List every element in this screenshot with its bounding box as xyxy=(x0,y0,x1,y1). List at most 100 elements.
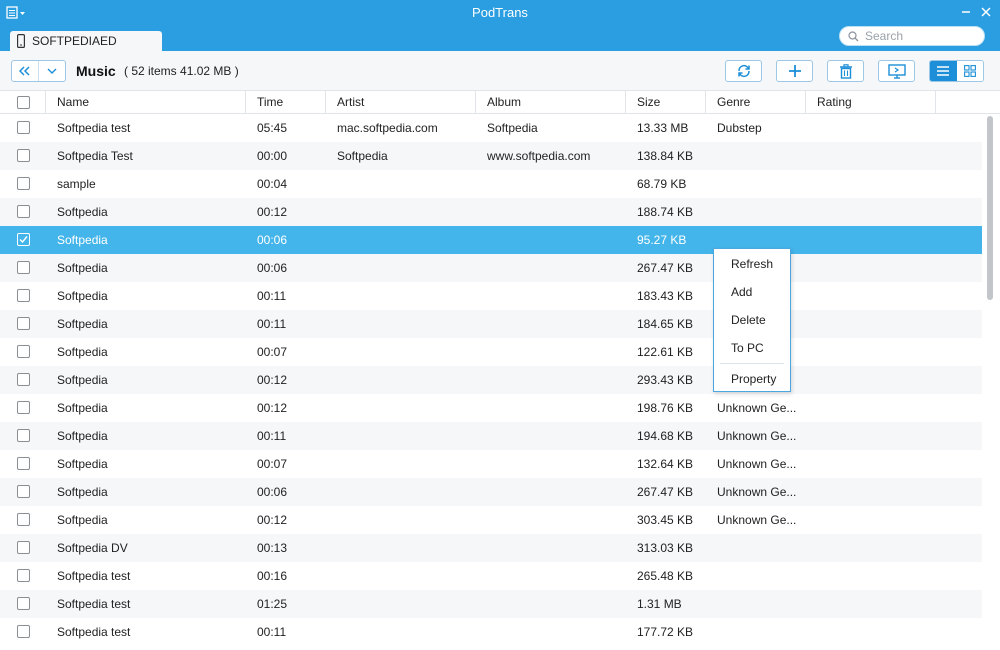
title-bar: PodTrans xyxy=(0,0,1000,26)
column-header-artist[interactable]: Artist xyxy=(326,91,476,114)
cell-time: 05:45 xyxy=(257,121,288,135)
row-checkbox[interactable] xyxy=(17,597,30,610)
vertical-scrollbar[interactable] xyxy=(985,114,995,650)
table-row[interactable]: Softpedia test 00:11 177.72 KB xyxy=(0,618,982,646)
table-row[interactable]: Softpedia test 05:45 mac.softpedia.com Soft… xyxy=(0,114,982,142)
column-header-time[interactable]: Time xyxy=(246,91,326,114)
cell-name: Softpedia xyxy=(57,289,108,303)
close-button[interactable] xyxy=(977,3,995,21)
table-row[interactable]: Softpedia test 01:25 1.31 MB xyxy=(0,590,982,618)
table-row[interactable]: Softpedia DV 00:13 313.03 KB xyxy=(0,534,982,562)
to-pc-button[interactable] xyxy=(878,60,915,82)
cell-time: 00:11 xyxy=(257,289,287,303)
cell-artist xyxy=(326,478,476,506)
column-header-name[interactable]: Name xyxy=(46,91,246,114)
select-all-checkbox[interactable] xyxy=(17,96,30,109)
table-row[interactable]: Softpedia 00:06 95.27 KB xyxy=(0,226,982,254)
table-row[interactable]: Softpedia 00:07 122.61 KB xyxy=(0,338,982,366)
device-tab[interactable]: SOFTPEDIAED xyxy=(10,31,162,51)
row-checkbox[interactable] xyxy=(17,373,30,386)
table-row[interactable]: Softpedia 00:11 194.68 KB Unknown Ge... xyxy=(0,422,982,450)
category-stats: ( 52 items 41.02 MB ) xyxy=(124,64,239,78)
double-chevron-left-icon xyxy=(19,66,30,76)
cell-album xyxy=(476,590,626,618)
cell-time: 00:06 xyxy=(257,485,288,499)
cell-album xyxy=(476,366,626,394)
row-checkbox[interactable] xyxy=(17,513,30,526)
cell-size: 293.43 KB xyxy=(637,373,694,387)
column-header-album[interactable]: Album xyxy=(476,91,626,114)
row-checkbox[interactable] xyxy=(17,485,30,498)
table-row[interactable]: sample 00:04 68.79 KB xyxy=(0,170,982,198)
table-row[interactable]: Softpedia 00:11 183.43 KB xyxy=(0,282,982,310)
cell-name: sample xyxy=(57,177,96,191)
cell-time: 00:12 xyxy=(257,373,288,387)
row-checkbox[interactable] xyxy=(17,317,30,330)
table-row[interactable]: Softpedia 00:12 293.43 KB xyxy=(0,366,982,394)
back-button[interactable] xyxy=(12,61,38,81)
refresh-button[interactable] xyxy=(725,60,762,82)
row-checkbox[interactable] xyxy=(17,177,30,190)
row-checkbox[interactable] xyxy=(17,205,30,218)
cell-rating xyxy=(806,254,936,282)
row-checkbox[interactable] xyxy=(17,625,30,638)
row-checkbox[interactable] xyxy=(17,541,30,554)
context-menu-delete[interactable]: Delete xyxy=(714,308,790,332)
column-header-rating[interactable]: Rating xyxy=(806,91,936,114)
row-checkbox[interactable] xyxy=(17,233,30,246)
context-menu-to-pc[interactable]: To PC xyxy=(714,336,790,360)
cell-album xyxy=(476,618,626,646)
table-row[interactable]: Softpedia 00:12 188.74 KB xyxy=(0,198,982,226)
cell-genre xyxy=(706,590,806,618)
minimize-button[interactable] xyxy=(957,3,975,21)
search-box[interactable] xyxy=(839,26,985,46)
row-checkbox[interactable] xyxy=(17,569,30,582)
table-row[interactable]: Softpedia 00:12 303.45 KB Unknown Ge... xyxy=(0,506,982,534)
table-row[interactable]: Softpedia 00:06 267.47 KB Unknown Ge... xyxy=(0,478,982,506)
cell-size: 188.74 KB xyxy=(637,205,694,219)
row-checkbox[interactable] xyxy=(17,289,30,302)
table-row[interactable]: Softpedia Test 00:00 Softpedia www.softpedi… xyxy=(0,142,982,170)
scrollbar-thumb[interactable] xyxy=(987,116,993,300)
row-checkbox[interactable] xyxy=(17,429,30,442)
column-header-genre[interactable]: Genre xyxy=(706,91,806,114)
table-row[interactable]: Softpedia 00:11 184.65 KB xyxy=(0,310,982,338)
search-input[interactable] xyxy=(865,29,975,43)
add-button[interactable] xyxy=(776,60,813,82)
cell-size: 198.76 KB xyxy=(637,401,694,415)
delete-button[interactable] xyxy=(827,60,864,82)
cell-genre: Unknown Ge... xyxy=(717,457,797,471)
context-menu-property[interactable]: Property xyxy=(714,367,790,391)
cell-artist xyxy=(326,338,476,366)
cell-name: Softpedia test xyxy=(57,121,131,135)
category-dropdown-button[interactable] xyxy=(38,61,65,81)
cell-artist xyxy=(326,590,476,618)
cell-size: 265.48 KB xyxy=(637,569,694,583)
grid-view-button[interactable] xyxy=(956,61,983,81)
row-checkbox[interactable] xyxy=(17,457,30,470)
cell-rating xyxy=(806,142,936,170)
table-row[interactable]: Softpedia 00:12 198.76 KB Unknown Ge... xyxy=(0,394,982,422)
list-view-button[interactable] xyxy=(930,61,957,81)
cell-artist: mac.softpedia.com xyxy=(337,121,438,135)
cell-rating xyxy=(806,226,936,254)
cell-album xyxy=(476,506,626,534)
table-row[interactable]: Softpedia test 00:16 265.48 KB xyxy=(0,562,982,590)
cell-size: 177.72 KB xyxy=(637,625,694,639)
row-checkbox[interactable] xyxy=(17,345,30,358)
cell-name: Softpedia xyxy=(57,233,108,247)
row-checkbox[interactable] xyxy=(17,121,30,134)
row-checkbox[interactable] xyxy=(17,149,30,162)
header-checkbox-cell xyxy=(0,91,46,114)
navigation-group xyxy=(11,60,66,82)
context-menu-refresh[interactable]: Refresh xyxy=(714,252,790,276)
context-menu-add[interactable]: Add xyxy=(714,280,790,304)
row-checkbox[interactable] xyxy=(17,261,30,274)
column-header-size[interactable]: Size xyxy=(626,91,706,114)
table-row[interactable]: Softpedia 00:07 132.64 KB Unknown Ge... xyxy=(0,450,982,478)
cell-genre: Unknown Ge... xyxy=(717,485,797,499)
table-row[interactable]: Softpedia 00:06 267.47 KB xyxy=(0,254,982,282)
cell-name: Softpedia xyxy=(57,373,108,387)
cell-name: Softpedia Test xyxy=(57,149,133,163)
row-checkbox[interactable] xyxy=(17,401,30,414)
